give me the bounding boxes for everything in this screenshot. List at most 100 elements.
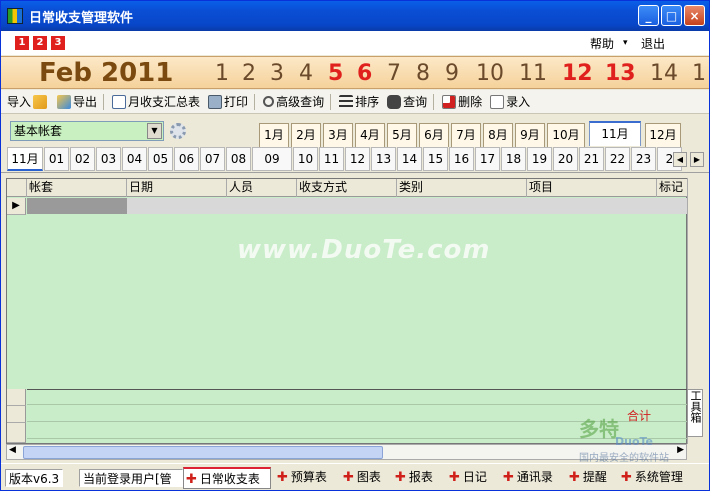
day-tab[interactable]: 06 — [174, 147, 199, 171]
module-tab[interactable]: ✚ 报表 — [393, 467, 441, 489]
month-tab[interactable]: 10月 — [547, 123, 585, 147]
day-tab[interactable]: 11月 — [7, 147, 43, 171]
month-tab[interactable]: 7月 — [451, 123, 481, 147]
module-tab[interactable]: ✚ 通讯录 — [501, 467, 561, 489]
day-tab[interactable]: 20 — [553, 147, 578, 171]
day-tab[interactable]: 21 — [579, 147, 604, 171]
title-bar[interactable]: 日常收支管理软件 _ □ × — [1, 1, 709, 31]
current-user-label: 当前登录用户[管 — [79, 469, 183, 487]
quick-button-2[interactable]: 2 — [33, 36, 47, 50]
day-tab[interactable]: 16 — [449, 147, 474, 171]
gear-icon[interactable] — [170, 123, 186, 139]
month-tab[interactable]: 5月 — [387, 123, 417, 147]
sort-button[interactable]: 排序 — [337, 93, 379, 110]
module-tab[interactable]: ✚ 日记 — [447, 467, 495, 489]
quick-button-3[interactable]: 3 — [51, 36, 65, 50]
day-tab[interactable]: 22 — [605, 147, 630, 171]
module-tab[interactable]: ✚ 图表 — [341, 467, 389, 489]
maximize-button[interactable]: □ — [661, 5, 682, 26]
month-tab[interactable]: 4月 — [355, 123, 385, 147]
day-tab[interactable]: 23 — [631, 147, 656, 171]
day-tab[interactable]: 13 — [371, 147, 396, 171]
module-tab[interactable]: ✚ 日常收支表 — [183, 467, 271, 489]
day-tab[interactable]: 14 — [397, 147, 422, 171]
calendar-day[interactable]: 3 — [270, 57, 284, 88]
calendar-day[interactable]: 4 — [299, 57, 313, 88]
calendar-day[interactable]: 1 — [215, 57, 229, 88]
calendar-day[interactable]: 14 — [650, 57, 678, 88]
day-tab[interactable]: 04 — [122, 147, 147, 171]
calendar-day[interactable]: 2 — [242, 57, 256, 88]
month-tab[interactable]: 2月 — [291, 123, 321, 147]
calendar-day[interactable]: 9 — [445, 57, 459, 88]
delete-icon — [442, 94, 457, 109]
calendar-day[interactable]: 12 — [562, 57, 593, 88]
col-date[interactable]: 日期 — [127, 179, 227, 197]
minimize-button[interactable]: _ — [638, 5, 659, 26]
day-tab[interactable]: 08 — [226, 147, 251, 171]
export-button[interactable]: 导出 — [55, 93, 97, 110]
day-tab[interactable]: 07 — [200, 147, 225, 171]
chevron-down-icon[interactable]: ▾ — [623, 38, 628, 48]
scroll-left-icon[interactable]: ◀ — [9, 445, 16, 455]
account-set-select[interactable]: 基本帐套 ▼ — [10, 121, 164, 141]
watermark-text: www.DuoTe.com — [237, 235, 491, 265]
calendar-day[interactable]: 6 — [357, 57, 372, 88]
scroll-thumb[interactable] — [23, 446, 383, 459]
day-tab[interactable]: 17 — [475, 147, 500, 171]
module-tab[interactable]: ✚ 系统管理 — [619, 467, 691, 489]
day-tab[interactable]: 05 — [148, 147, 173, 171]
calendar-day[interactable]: 5 — [328, 57, 343, 88]
module-tab[interactable]: ✚ 预算表 — [275, 467, 335, 489]
col-category[interactable]: 类别 — [397, 179, 527, 197]
query-button[interactable]: 查询 — [385, 93, 427, 110]
day-tab[interactable]: 19 — [527, 147, 552, 171]
tab-scroll-left-button[interactable]: ◀ — [673, 152, 687, 167]
day-tab[interactable]: 15 — [423, 147, 448, 171]
enter-button[interactable]: 录入 — [488, 93, 530, 110]
month-tab[interactable]: 9月 — [515, 123, 545, 147]
month-tab[interactable]: 8月 — [483, 123, 513, 147]
day-tab[interactable]: 11 — [319, 147, 344, 171]
col-person[interactable]: 人员 — [227, 179, 297, 197]
calendar-day[interactable]: 13 — [605, 57, 636, 88]
day-tab[interactable]: 03 — [96, 147, 121, 171]
module-tab[interactable]: ✚ 提醒 — [567, 467, 615, 489]
month-tab[interactable]: 11月 — [589, 121, 641, 146]
calendar-day[interactable]: 11 — [519, 57, 547, 88]
day-tab[interactable]: 02 — [70, 147, 95, 171]
month-tab[interactable]: 6月 — [419, 123, 449, 147]
import-icon — [33, 94, 48, 109]
col-payment-method[interactable]: 收支方式 — [297, 179, 397, 197]
tab-scroll-right-button[interactable]: ▶ — [690, 152, 704, 167]
import-button[interactable]: 导入 — [7, 93, 49, 110]
help-menu[interactable]: 帮助 — [590, 35, 614, 52]
chevron-down-icon[interactable]: ▼ — [147, 123, 162, 139]
toolbar-divider — [330, 93, 332, 110]
day-tab[interactable]: 18 — [501, 147, 526, 171]
month-tab[interactable]: 1月 — [259, 123, 289, 147]
quick-button-1[interactable]: 1 — [15, 36, 29, 50]
day-tab[interactable]: 09 — [252, 147, 292, 171]
print-button[interactable]: 打印 — [206, 93, 248, 110]
month-tab[interactable]: 12月 — [645, 123, 681, 147]
active-cell[interactable] — [27, 198, 127, 214]
col-item[interactable]: 项目 — [527, 179, 657, 197]
close-button[interactable]: × — [684, 5, 705, 26]
delete-button[interactable]: 删除 — [440, 93, 482, 110]
calendar-day[interactable]: 7 — [387, 57, 401, 88]
col-account[interactable]: 帐套 — [27, 179, 127, 197]
data-grid[interactable]: 帐套 日期 人员 收支方式 类别 项目 标记 ▶ 合计 www.DuoTe.co… — [6, 178, 688, 444]
calendar-day[interactable]: 8 — [416, 57, 430, 88]
exit-menu[interactable]: 退出 — [641, 35, 665, 52]
col-mark[interactable]: 标记 — [657, 179, 688, 197]
calendar-day[interactable]: 1 — [692, 57, 706, 88]
day-tab[interactable]: 12 — [345, 147, 370, 171]
monthly-summary-button[interactable]: 月收支汇总表 — [110, 93, 200, 110]
sort-label: 排序 — [355, 95, 380, 109]
advanced-query-button[interactable]: 高级查询 — [261, 93, 324, 110]
day-tab[interactable]: 10 — [293, 147, 318, 171]
day-tab[interactable]: 01 — [44, 147, 69, 171]
calendar-day[interactable]: 10 — [476, 57, 504, 88]
month-tab[interactable]: 3月 — [323, 123, 353, 147]
